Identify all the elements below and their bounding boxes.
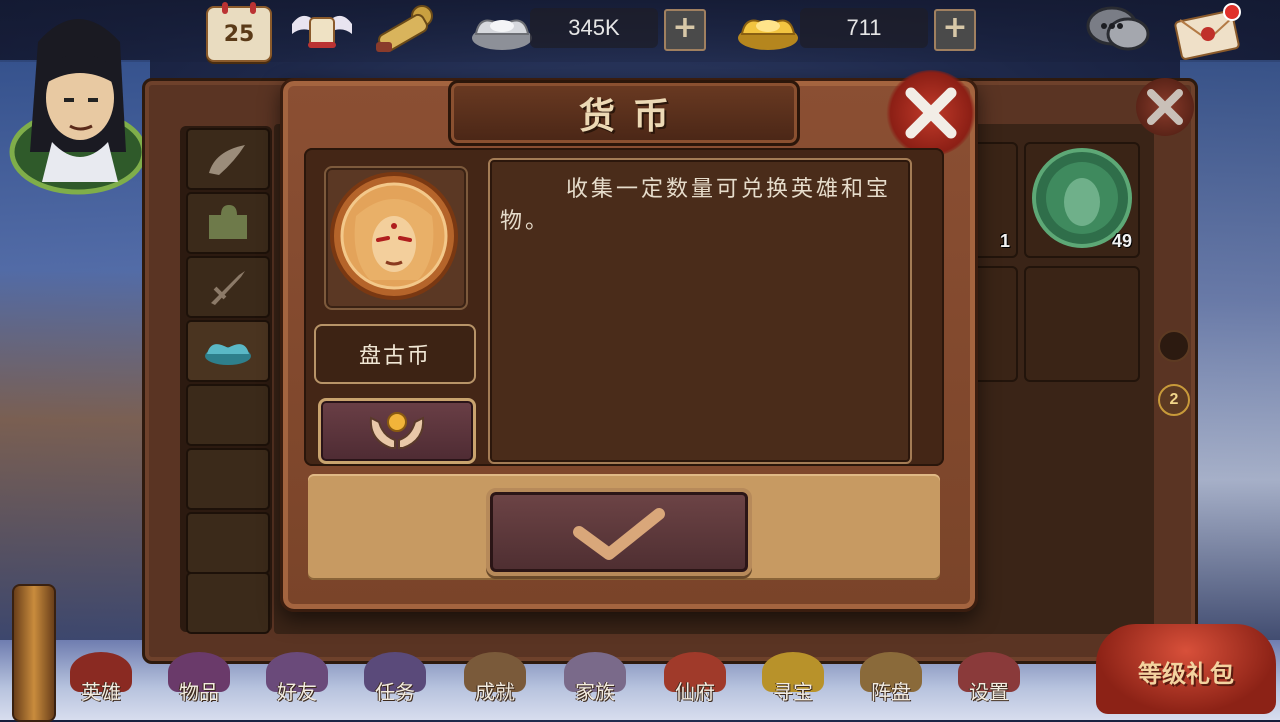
- checkmark-icon: [573, 508, 665, 560]
- puzzle-piece-icon: [209, 205, 247, 239]
- inventory-slot[interactable]: [1024, 266, 1140, 382]
- item-name: 盘古币: [358, 344, 431, 369]
- winged-scroll-icon[interactable]: [288, 6, 356, 56]
- gold-ingot-icon: [736, 4, 800, 54]
- nav-settings[interactable]: 设置: [944, 650, 1034, 720]
- nav-clan[interactable]: 家族: [550, 650, 640, 720]
- tab-currency[interactable]: [186, 320, 270, 382]
- nav-label: 好友: [277, 680, 317, 704]
- add-silver-button[interactable]: +: [664, 9, 706, 51]
- nav-friends[interactable]: 好友: [252, 650, 342, 720]
- nav-label: 仙府: [675, 680, 715, 704]
- nav-quests[interactable]: 任务: [350, 650, 440, 720]
- tab-materials[interactable]: [186, 128, 270, 190]
- nav-items[interactable]: 物品: [154, 650, 244, 720]
- level-gift-button[interactable]: 等级礼包: [1096, 624, 1276, 714]
- nav-label: 任务: [375, 680, 415, 704]
- mail-icon[interactable]: [1172, 2, 1244, 60]
- pangu-coin-icon: [330, 172, 458, 300]
- nav-label: 成就: [475, 680, 515, 704]
- nav-formation[interactable]: 阵盘: [846, 650, 936, 720]
- dialog-title: 货币: [578, 95, 687, 137]
- nav-label: 物品: [179, 680, 219, 704]
- dialog-title-plate: 货币: [448, 80, 800, 146]
- calendar-button[interactable]: 25: [206, 2, 272, 62]
- close-x-icon: [905, 87, 957, 139]
- telescope-icon[interactable]: [370, 2, 440, 60]
- item-icon-frame: [324, 166, 468, 310]
- nav-label: 设置: [969, 680, 1009, 704]
- dialog-close-button[interactable]: [886, 70, 976, 156]
- calendar-day-label: 25: [223, 22, 255, 47]
- nav-immortal-mansion[interactable]: 仙府: [650, 650, 740, 720]
- silver-amount: 345K: [530, 8, 658, 48]
- nav-label: 阵盘: [871, 680, 911, 704]
- ingot-icon: [205, 344, 251, 365]
- inventory-close-button[interactable]: [1136, 78, 1194, 136]
- add-gold-button[interactable]: +: [934, 9, 976, 51]
- tab-empty[interactable]: [186, 572, 270, 634]
- confirm-button[interactable]: [486, 488, 752, 576]
- horn-icon: [209, 145, 245, 175]
- player-avatar[interactable]: [8, 2, 148, 200]
- level-gift-label: 等级礼包: [1138, 660, 1234, 688]
- gold-amount: 711: [800, 8, 928, 48]
- nav-heroes[interactable]: 英雄: [56, 650, 146, 720]
- page-number-badge: 2: [1158, 384, 1190, 416]
- chat-icon[interactable]: [1082, 0, 1154, 60]
- item-name-box: 盘古币: [314, 324, 476, 384]
- tab-empty[interactable]: [186, 512, 270, 574]
- item-description-box: 收集一定数量可兑换英雄和宝物。: [488, 158, 912, 464]
- inventory-slot[interactable]: 49: [1024, 142, 1140, 258]
- close-x-icon: [1147, 89, 1183, 125]
- nav-achievements[interactable]: 成就: [450, 650, 540, 720]
- tab-empty[interactable]: [186, 384, 270, 446]
- tab-equipment[interactable]: [186, 256, 270, 318]
- item-description: 收集一定数量可兑换英雄和宝物。: [500, 177, 892, 234]
- bottom-navigation: 英雄 物品 好友 任务 成就 家族 仙府 寻宝 阵盘 设置: [0, 650, 1280, 720]
- nav-label: 寻宝: [773, 680, 813, 704]
- silver-ingot-icon: [470, 4, 534, 54]
- nav-treasure-hunt[interactable]: 寻宝: [748, 650, 838, 720]
- sword-icon: [211, 271, 245, 305]
- tab-empty[interactable]: [186, 448, 270, 510]
- nav-label: 家族: [575, 680, 615, 704]
- nav-label: 英雄: [81, 680, 121, 704]
- hands-holding-coin-icon: [369, 412, 425, 449]
- item-count: 1: [999, 231, 1010, 251]
- inventory-category-sidebar: [180, 126, 272, 634]
- obtain-source-button[interactable]: [318, 398, 476, 464]
- tab-fragments[interactable]: [186, 192, 270, 254]
- item-count: 49: [1111, 231, 1132, 251]
- page-indicator-dot: [1158, 330, 1190, 362]
